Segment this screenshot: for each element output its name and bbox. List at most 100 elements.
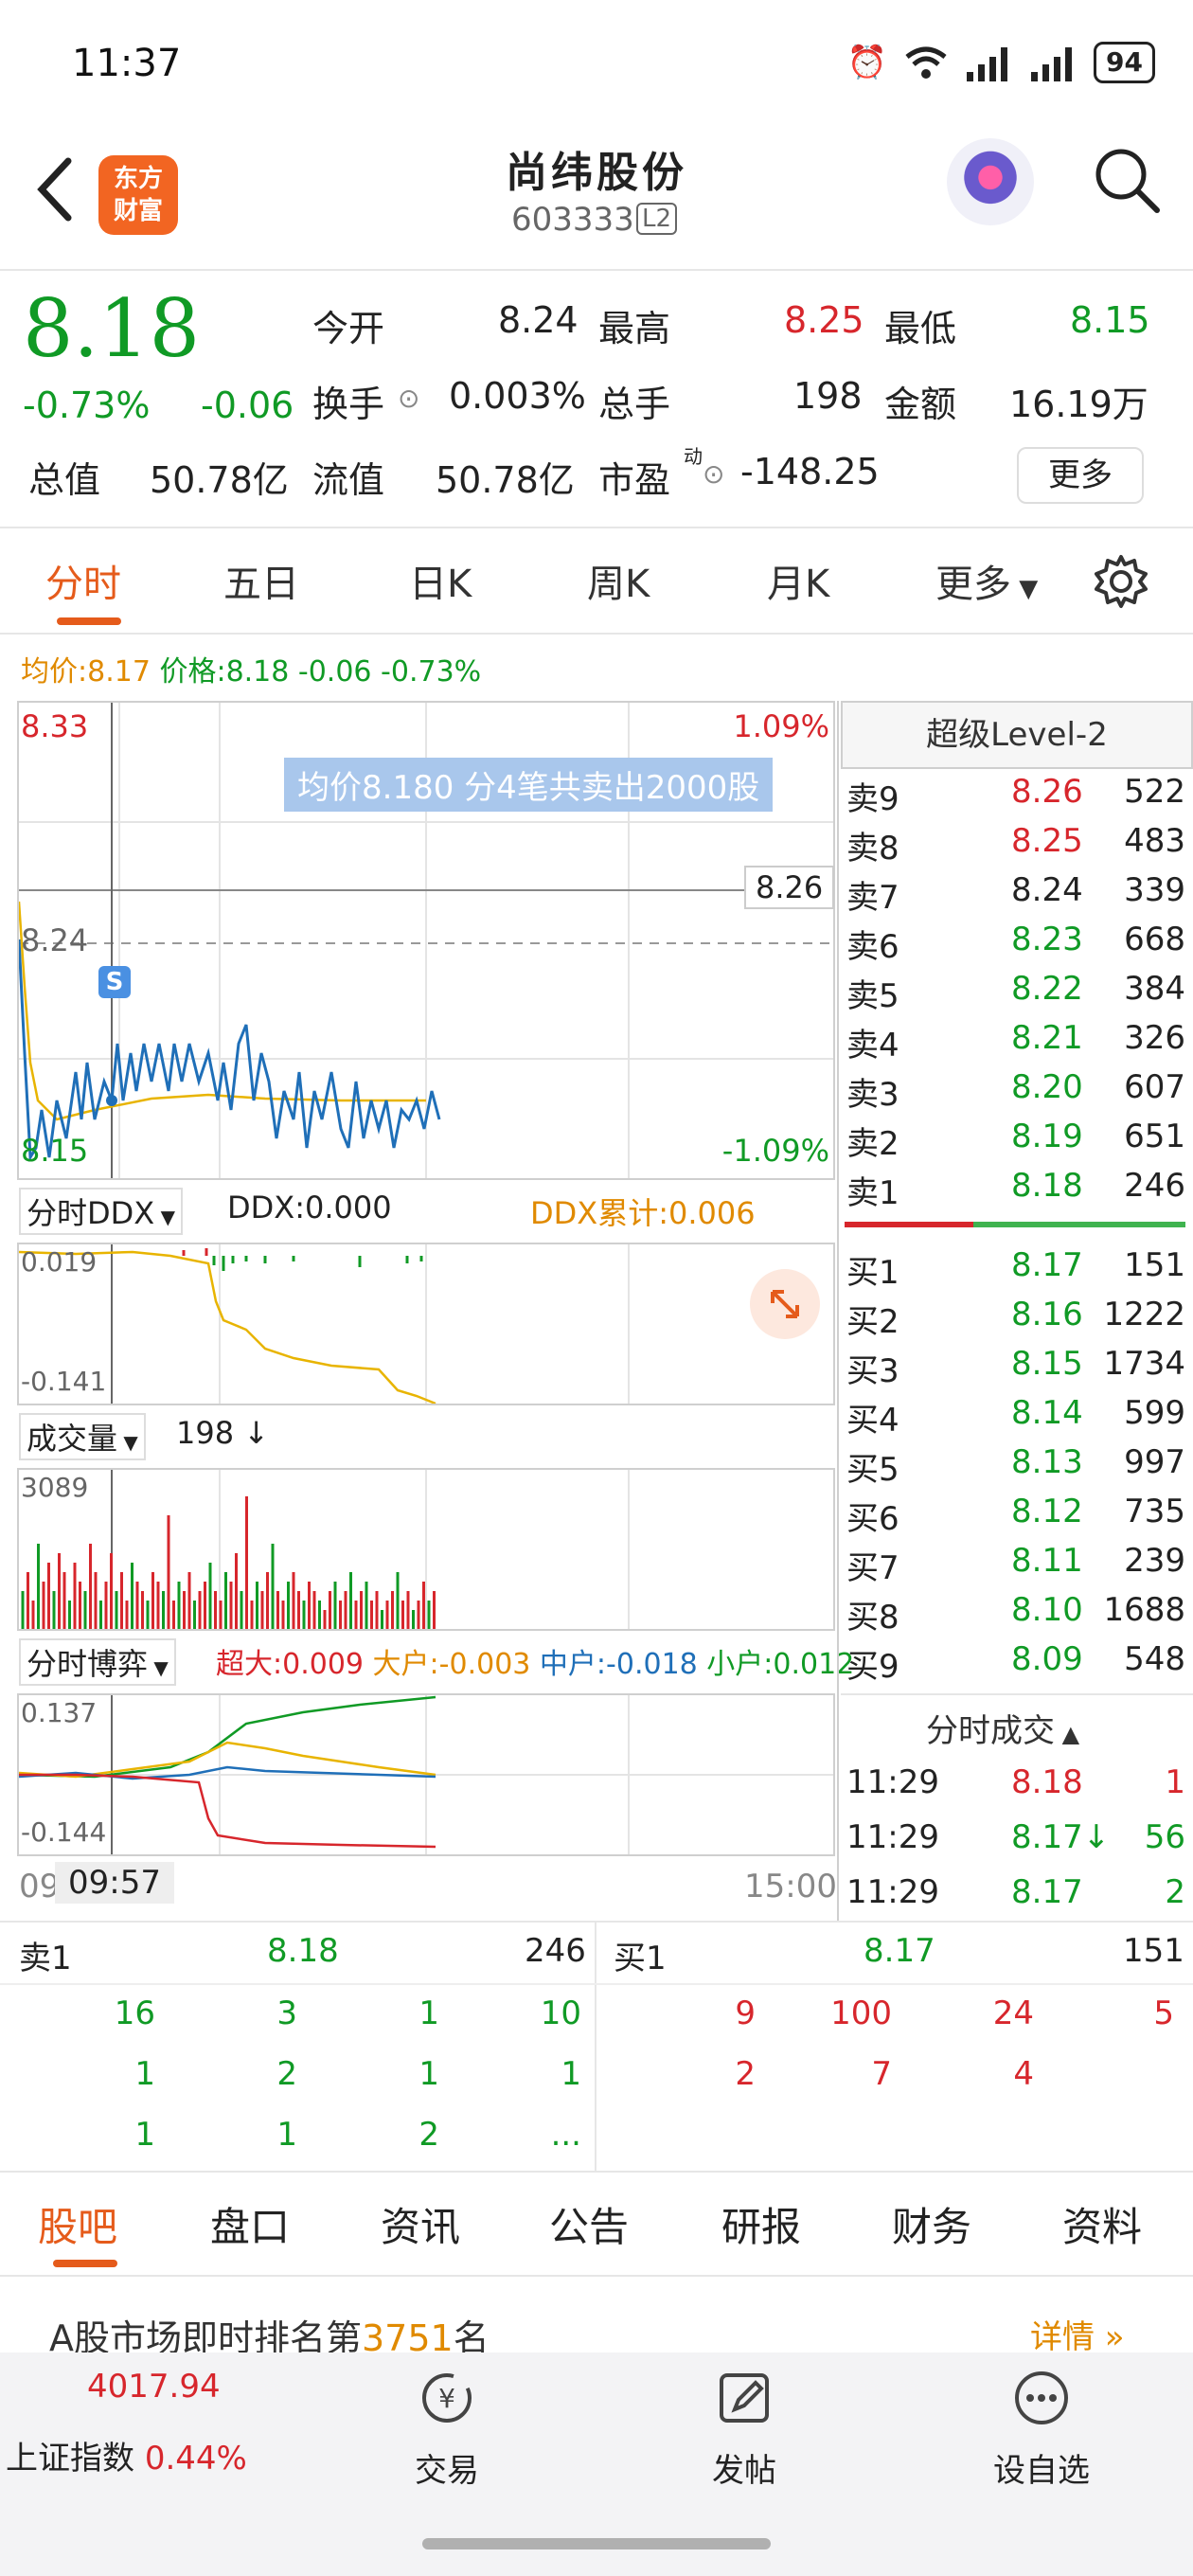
bid-row[interactable]: 买9 8.09 548 — [845, 1640, 1185, 1690]
ddx-value: DDX:0.000 — [227, 1190, 392, 1225]
pe-info-icon[interactable]: ⊙ — [703, 458, 724, 490]
bid-label: 买1 — [846, 1254, 899, 1292]
divider — [0, 269, 1193, 271]
status-icons: ⏰ 94 — [847, 42, 1155, 83]
queue-order: 1 — [418, 1995, 439, 2032]
bid-price: 8.12 — [1011, 1493, 1083, 1530]
queue-order: 10 — [540, 1995, 581, 2032]
tab-profile[interactable]: 资料 — [1062, 2195, 1142, 2253]
ask-row[interactable]: 卖7 8.24 339 — [845, 871, 1185, 921]
tab-daily-k[interactable]: 日K — [409, 553, 472, 608]
mktcap-value: 50.78亿 — [150, 459, 289, 501]
rank-detail-link[interactable]: 详情 » — [1030, 2311, 1125, 2357]
volume-chart[interactable]: 3089 — [17, 1468, 835, 1631]
bid-row[interactable]: 买7 8.11 239 — [845, 1542, 1185, 1591]
ask-row[interactable]: 卖5 8.22 384 — [845, 970, 1185, 1019]
caret-up-icon: ▲ — [1055, 1721, 1080, 1747]
bid-row[interactable]: 买4 8.14 599 — [845, 1394, 1185, 1443]
ask-row[interactable]: 卖2 8.19 651 — [845, 1118, 1185, 1167]
bid-row[interactable]: 买8 8.10 1688 — [845, 1591, 1185, 1640]
nav-watch[interactable]: 设自选 — [947, 2368, 1136, 2491]
tab-more[interactable]: 更多 ▼ — [935, 553, 1038, 608]
queue-buy-label: 买1 — [614, 1940, 667, 1977]
sell-signal-badge[interactable]: S — [98, 966, 131, 998]
orderbook-title[interactable]: 超级Level-2 — [841, 701, 1193, 769]
tab-news[interactable]: 资讯 — [381, 2195, 460, 2253]
ask-volume: 326 — [1124, 1019, 1185, 1057]
bid-row[interactable]: 买6 8.12 735 — [845, 1493, 1185, 1542]
ddx-select-label: 分时DDX — [27, 1195, 155, 1231]
trade-price: 8.17↓ — [1011, 1818, 1111, 1856]
bid-row[interactable]: 买1 8.17 151 — [845, 1246, 1185, 1296]
ask-label: 卖2 — [846, 1125, 899, 1163]
bid-row[interactable]: 买3 8.15 1734 — [845, 1345, 1185, 1394]
ask-row[interactable]: 卖1 8.18 246 — [845, 1167, 1185, 1216]
tab-guba[interactable]: 股吧 — [38, 2195, 117, 2253]
double-chevron-icon: » — [1095, 2318, 1125, 2356]
trade-time: 11:29 — [846, 1763, 939, 1801]
volume-select[interactable]: 成交量 ▼ — [19, 1413, 146, 1460]
tab-announcements[interactable]: 公告 — [549, 2195, 629, 2253]
stock-code: 603333 — [511, 201, 634, 239]
divider — [0, 1983, 1193, 1985]
more-button[interactable]: 更多 — [1017, 447, 1144, 504]
ask-row[interactable]: 卖4 8.21 326 — [845, 1019, 1185, 1068]
bid-volume: 1688 — [1103, 1591, 1185, 1629]
nav-trade[interactable]: ¥ 交易 — [352, 2368, 542, 2491]
time-start: 09 — [19, 1868, 61, 1905]
status-time: 11:37 — [72, 42, 182, 85]
price-chart[interactable]: 8.33 1.09% 8.24 8.15 -1.09% 均价8.180 分4笔共… — [17, 701, 835, 1180]
index-info[interactable]: 上证指数 0.44% — [6, 2432, 247, 2478]
dropdown-icon: ▼ — [117, 1431, 138, 1454]
bid-ratio-bar — [973, 1222, 1185, 1227]
game-select[interactable]: 分时博弈 ▼ — [19, 1638, 176, 1686]
ddx-chart[interactable]: 0.019 -0.141 — [17, 1243, 835, 1405]
avg-label: 均价: — [21, 655, 88, 689]
game-chart[interactable]: 0.137 -0.144 — [17, 1693, 835, 1856]
trade-volume: 2 — [1165, 1873, 1185, 1911]
chart-top-pct: 1.09% — [733, 708, 829, 744]
ask-price: 8.22 — [1011, 970, 1083, 1008]
ask-row[interactable]: 卖6 8.23 668 — [845, 921, 1185, 970]
bid-label: 买8 — [846, 1599, 899, 1637]
tab-finance[interactable]: 财务 — [892, 2195, 971, 2253]
trade-time: 11:29 — [846, 1873, 939, 1911]
game-mid-value: -0.018 — [606, 1648, 698, 1681]
bid-row[interactable]: 买5 8.13 997 — [845, 1443, 1185, 1493]
ask-row[interactable]: 卖9 8.26 522 — [845, 773, 1185, 822]
tab-monthly-k[interactable]: 月K — [767, 553, 829, 608]
ask-row[interactable]: 卖8 8.25 483 — [845, 822, 1185, 871]
trade-volume: 56 — [1144, 1818, 1185, 1856]
bid-volume: 1222 — [1103, 1296, 1185, 1333]
search-icon[interactable] — [1089, 142, 1165, 218]
tab-pankou[interactable]: 盘口 — [210, 2195, 290, 2253]
info-icon[interactable]: ⊙ — [398, 383, 419, 414]
arrow-down-icon: ↓ — [234, 1415, 270, 1451]
bid-row[interactable]: 买2 8.16 1222 — [845, 1296, 1185, 1345]
nav-post[interactable]: 发帖 — [650, 2368, 839, 2491]
game-small-value: 0.012 — [773, 1648, 855, 1681]
trades-title[interactable]: 分时成交 ▲ — [926, 1705, 1079, 1751]
ddx-bottom: -0.141 — [21, 1366, 107, 1397]
divider — [0, 2171, 1193, 2173]
queue-sell-vol: 246 — [525, 1932, 586, 1970]
queue-order: 5 — [1153, 1995, 1174, 2032]
ask-price: 8.19 — [1011, 1118, 1083, 1155]
tab-intraday[interactable]: 分时 — [45, 553, 121, 608]
gear-icon[interactable] — [1093, 553, 1149, 610]
assistant-avatar[interactable] — [947, 138, 1034, 225]
ask-row[interactable]: 卖3 8.20 607 — [845, 1068, 1185, 1118]
index-value[interactable]: 4017.94 — [87, 2368, 221, 2406]
tab-weekly-k[interactable]: 周K — [587, 553, 650, 608]
tab-five-day[interactable]: 五日 — [223, 553, 299, 608]
ask-label: 卖5 — [846, 977, 899, 1015]
divider — [0, 2275, 1193, 2277]
logo-text-2: 财富 — [113, 197, 163, 225]
tab-research[interactable]: 研报 — [721, 2195, 801, 2253]
expand-icon[interactable] — [750, 1269, 820, 1339]
float-value: 50.78亿 — [436, 459, 575, 501]
queue-order: 3 — [276, 1995, 297, 2032]
ask-volume: 668 — [1124, 921, 1185, 958]
ddx-select[interactable]: 分时DDX ▼ — [19, 1188, 183, 1235]
volume-now-value: 198 — [176, 1415, 235, 1451]
